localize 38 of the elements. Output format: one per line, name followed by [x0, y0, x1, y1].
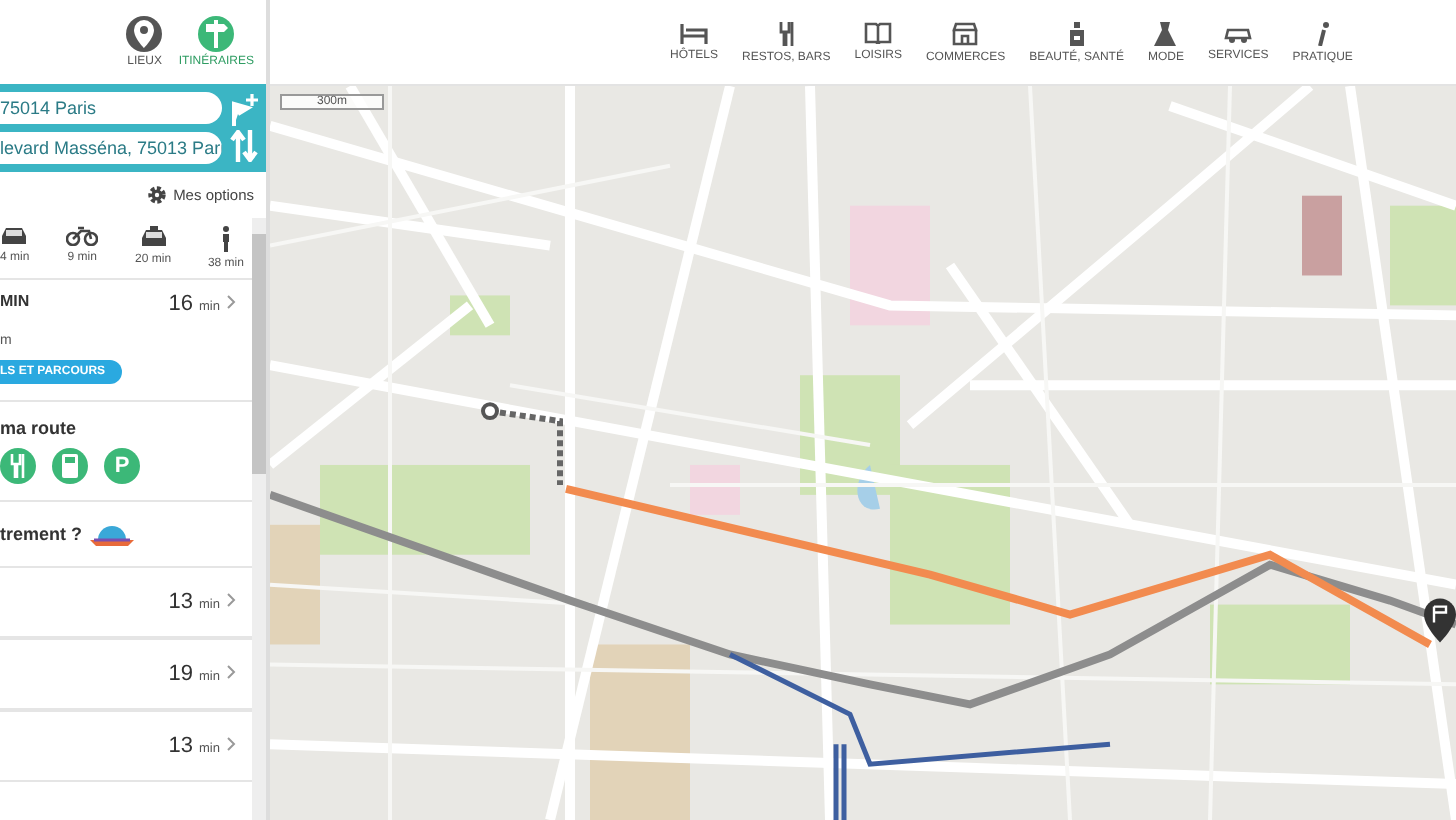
chevron-right-icon [226, 736, 236, 752]
settings-icon[interactable] [145, 184, 168, 206]
chevron-right-icon [226, 294, 236, 310]
fuel-pump-icon [62, 454, 78, 478]
section-title: trement ? [0, 524, 83, 544]
service-button[interactable] [52, 448, 88, 484]
destination-pin-icon [1424, 598, 1456, 643]
car-icon [1224, 23, 1253, 43]
chevron-right-icon [226, 664, 236, 680]
bed-icon [680, 23, 708, 43]
fork-knife-icon [777, 21, 796, 45]
taxi-icon [139, 226, 168, 248]
street-map-drawing[interactable] [270, 86, 1456, 820]
book-icon [864, 22, 893, 44]
duration-value: 13 [168, 590, 194, 614]
swap-arrows-icon[interactable] [230, 130, 258, 162]
start-address-field[interactable]: 75014 Paris [0, 92, 222, 124]
signpost-icon [204, 20, 229, 48]
fork-knife-icon [10, 454, 26, 478]
bicycle-icon [66, 226, 99, 246]
scrollbar[interactable] [252, 218, 266, 820]
start-point-icon [481, 402, 499, 421]
storefront-icon [952, 21, 979, 45]
location-pin-icon [132, 20, 157, 48]
duration-value: 13 [168, 734, 194, 758]
section-title: ma route [0, 418, 79, 438]
route-title: MIN [0, 292, 30, 310]
dress-icon [1154, 21, 1177, 45]
service-button[interactable] [0, 448, 36, 484]
add-waypoint-flag-icon[interactable] [230, 94, 258, 126]
hat-icon [90, 522, 135, 546]
duration-value: 19 [168, 662, 194, 686]
chevron-right-icon [226, 592, 236, 608]
duration-value: 16 [168, 292, 194, 316]
info-icon [1315, 21, 1330, 45]
car-icon [0, 226, 29, 246]
pedestrian-icon [219, 226, 232, 252]
bottle-icon [1067, 21, 1086, 45]
